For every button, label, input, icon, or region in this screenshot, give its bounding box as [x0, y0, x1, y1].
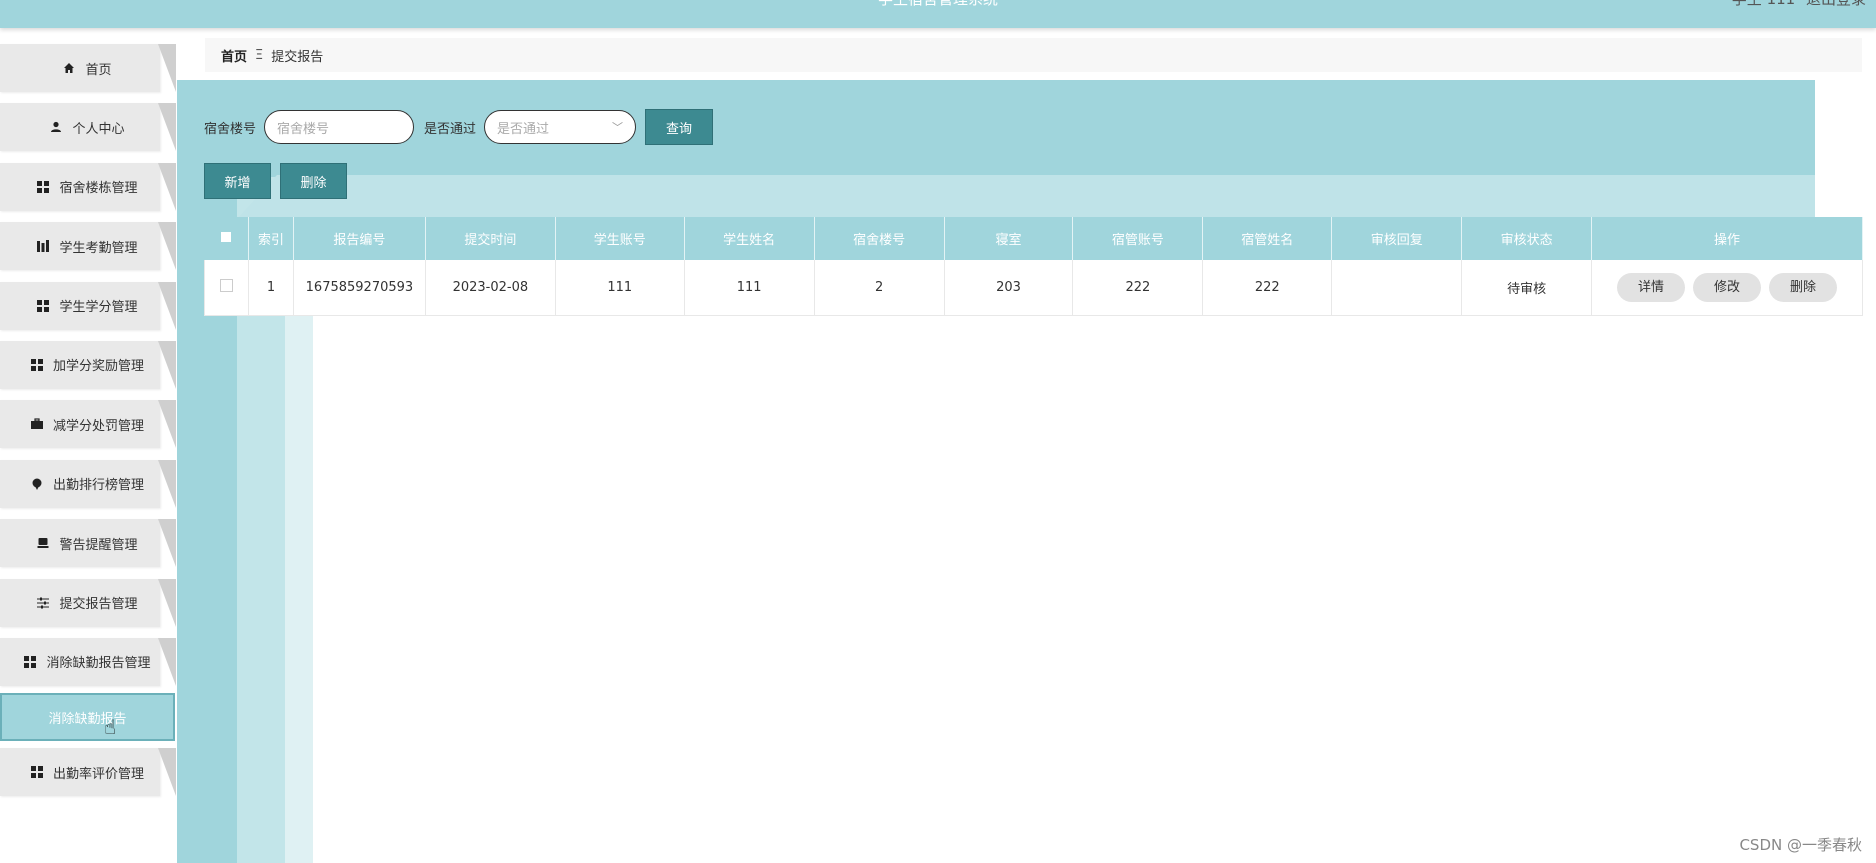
sidebar-item-label: 消除缺勤报告管理: [46, 656, 151, 672]
sidebar-item-label: 首页: [85, 62, 112, 78]
user-area: 学生 111 退出登录: [1732, 0, 1866, 10]
sidebar-item-label: 提交报告管理: [59, 597, 138, 613]
detail-button[interactable]: 详情: [1617, 273, 1686, 302]
grid-icon: [37, 299, 50, 312]
column-header: 操作: [1591, 217, 1863, 260]
panel-decor: [277, 175, 1815, 219]
search-form: 宿舍楼号 宿舍楼号 是否通过 是否通过 ﹀ 查询: [204, 108, 714, 146]
report-table: 索引 报告编号 提交时间 学生账号 学生姓名 宿舍楼号 寝室 宿管账号 宿管姓名…: [204, 217, 1863, 316]
user-icon: [50, 121, 62, 133]
sidebar-item-bonus[interactable]: 加学分奖励管理: [0, 340, 176, 389]
sidebar-item-label: 宿舍楼栋管理: [59, 181, 138, 197]
building-placeholder: 宿舍楼号: [277, 121, 330, 137]
main-decor-strip: [285, 300, 313, 863]
sidebar-item-absence-report[interactable]: 消除缺勤报告管理: [0, 637, 176, 686]
query-button[interactable]: 查询: [645, 109, 714, 145]
column-header: 提交时间: [425, 217, 556, 260]
cell-time: 2023-02-08: [425, 260, 556, 316]
sidebar-item-label: 减学分处罚管理: [52, 418, 144, 434]
sliders-icon: [37, 597, 50, 609]
delete-button[interactable]: 删除: [280, 163, 347, 199]
home-icon: [63, 62, 75, 74]
breadcrumb-home[interactable]: 首页: [221, 46, 247, 65]
breadcrumb-separator: Ξ: [255, 47, 264, 63]
user-name: 学生 111: [1732, 0, 1795, 8]
cell-manager-name: 222: [1202, 260, 1333, 316]
sidebar-item-label: 加学分奖励管理: [52, 359, 144, 375]
column-header: 宿管账号: [1072, 217, 1204, 260]
table-header-row: 索引 报告编号 提交时间 学生账号 学生姓名 宿舍楼号 寝室 宿管账号 宿管姓名…: [204, 217, 1863, 260]
column-header: 审核回复: [1331, 217, 1463, 260]
sidebar-item-home[interactable]: 首页: [0, 44, 176, 92]
cell-reply: [1331, 260, 1463, 316]
passed-placeholder: 是否通过: [497, 121, 550, 137]
table-row: 1 1675859270593 2023-02-08 111 111 2 203…: [204, 260, 1863, 316]
row-delete-button[interactable]: 删除: [1769, 273, 1838, 302]
sidebar-item-credit[interactable]: 学生学分管理: [0, 281, 176, 330]
row-checkbox[interactable]: [204, 260, 249, 316]
cell-room: 203: [944, 260, 1074, 316]
select-all-checkbox[interactable]: [204, 217, 249, 260]
sidebar-item-label: 出勤率评价管理: [52, 766, 144, 782]
logout-link[interactable]: 退出登录: [1806, 0, 1866, 8]
cell-report-no: 1675859270593: [293, 260, 426, 316]
sidebar-item-label: 个人中心: [72, 121, 125, 137]
column-header: 审核状态: [1461, 217, 1593, 260]
sidebar-subitem-absence-report[interactable]: 消除缺勤报告 ☝: [0, 693, 175, 742]
hand-cursor-icon: ☝: [104, 715, 117, 740]
sidebar-item-building[interactable]: 宿舍楼栋管理: [0, 162, 176, 211]
sidebar-item-report[interactable]: 提交报告管理: [0, 578, 176, 627]
column-header: 索引: [248, 217, 294, 260]
sidebar-item-warning[interactable]: 警告提醒管理: [0, 519, 176, 568]
pin-icon: [31, 478, 43, 490]
building-label: 宿舍楼号: [204, 121, 257, 137]
action-bar: 新增 删除: [204, 163, 347, 199]
top-bar: 学生宿舍管理系统 学生 111 退出登录: [0, 0, 1876, 28]
cell-actions: 详情 修改 删除: [1591, 260, 1863, 316]
app-title: 学生宿舍管理系统: [0, 0, 1876, 10]
column-header: 寝室: [944, 217, 1074, 260]
sidebar-item-penalty[interactable]: 减学分处罚管理: [0, 400, 176, 449]
column-header: 报告编号: [293, 217, 426, 260]
passed-select[interactable]: 是否通过 ﹀: [484, 110, 637, 144]
sidebar-item-attendance[interactable]: 学生考勤管理: [0, 222, 176, 271]
grid-icon: [30, 358, 43, 371]
breadcrumb: 首页 Ξ 提交报告: [205, 38, 1862, 72]
column-header: 学生账号: [555, 217, 685, 260]
cell-student-account: 111: [555, 260, 685, 316]
breadcrumb-current: 提交报告: [271, 49, 324, 65]
cell-building: 2: [814, 260, 945, 316]
sidebar-item-label: 警告提醒管理: [59, 537, 138, 553]
cell-index: 1: [248, 260, 294, 316]
edit-button[interactable]: 修改: [1693, 273, 1762, 302]
sidebar-item-label: 学生学分管理: [59, 300, 138, 316]
grid-icon: [30, 766, 43, 779]
cell-student-name: 111: [684, 260, 815, 316]
column-header: 宿管姓名: [1202, 217, 1333, 260]
sidebar-item-label: 学生考勤管理: [59, 240, 138, 256]
building-input[interactable]: 宿舍楼号: [264, 110, 415, 144]
chevron-down-icon: ﹀: [612, 121, 624, 134]
sidebar-item-profile[interactable]: 个人中心: [0, 103, 176, 152]
chart-icon: [37, 240, 50, 253]
grid-icon: [24, 655, 37, 668]
sidebar: 首页 个人中心 宿舍楼栋管理 学生考勤管理 学生学分管理 加学分奖励管理 减学分…: [0, 44, 177, 804]
cell-manager-account: 222: [1072, 260, 1204, 316]
add-button[interactable]: 新增: [204, 163, 271, 199]
sidebar-item-evaluation[interactable]: 出勤率评价管理: [0, 748, 176, 797]
sidebar-item-ranking[interactable]: 出勤排行榜管理: [0, 459, 176, 508]
column-header: 宿舍楼号: [814, 217, 945, 260]
grid-icon: [37, 180, 50, 193]
column-header: 学生姓名: [684, 217, 815, 260]
sidebar-item-label: 出勤排行榜管理: [52, 478, 144, 494]
watermark: CSDN @一季春秋: [1739, 836, 1862, 854]
passed-label: 是否通过: [424, 121, 477, 137]
briefcase-icon: [30, 418, 43, 430]
bell-icon: [37, 537, 49, 549]
cell-status: 待审核: [1461, 260, 1593, 316]
